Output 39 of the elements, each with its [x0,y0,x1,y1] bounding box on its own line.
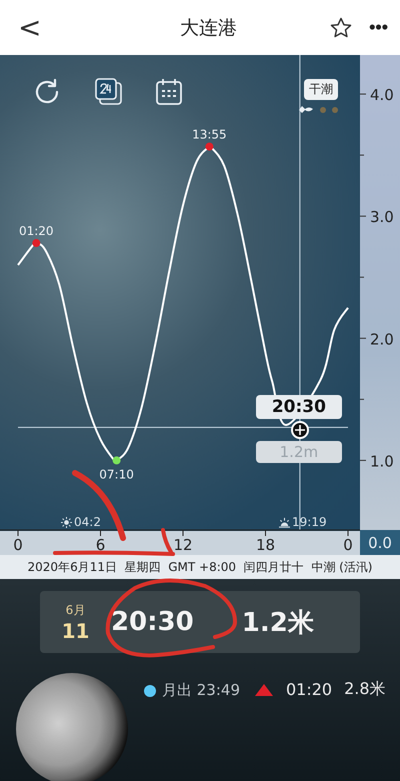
day-label: 11 [62,618,90,642]
calendar-day-icon[interactable] [94,77,124,107]
month-label: 6月 [66,602,86,618]
x-axis-label: 0 [13,536,23,554]
x-axis-label: 18 [256,536,276,554]
x-axis-label: 0 [343,536,353,554]
tide-time-label: 13:55 [192,128,227,142]
sun-icon [61,517,72,528]
moon-event-label: 月出 23:49 [162,681,240,700]
tide-height: 2.8米 [344,679,386,700]
cursor-time-label: 20:30 [256,395,342,419]
tide-point [112,456,121,464]
tide-point [205,142,214,151]
fish-icon [297,104,341,116]
summary-height: 1.2米 [242,606,315,640]
y-axis-label: 2.0 [370,330,394,348]
y-axis-label: 3.0 [370,208,394,226]
cursor-height-label: 1.2m [256,441,342,463]
sunset-icon [279,517,290,528]
tide-time-label: 01:20 [19,224,54,238]
tide-time: 01:20 [286,680,332,699]
x-axis-label: 12 [173,536,193,554]
high-tide-icon [254,682,274,696]
y-axis-label: 1.0 [370,452,394,470]
sunrise-time: 04:2 [74,515,101,529]
tide-time-label: 07:10 [99,467,134,482]
y-axis-label: 4.0 [370,86,394,104]
tide-state-badge: 干潮 [304,79,338,100]
back-button[interactable]: < [12,11,48,44]
tide-point [32,239,40,248]
more-button[interactable]: ••• [369,17,388,38]
x-axis-label: 6 [96,536,106,554]
summary-time: 20:30 [110,607,194,637]
crosshair-icon[interactable] [290,421,309,439]
calendar-icon[interactable] [154,77,184,107]
page-title: 大连港 [178,16,238,40]
star-icon[interactable] [329,16,354,40]
date-info-bar: 2020年6月11日 星期四 GMT +8:00 闰四月廿十 中潮 (活汛) [0,555,400,579]
y-axis-label: 0.0 [368,534,392,552]
